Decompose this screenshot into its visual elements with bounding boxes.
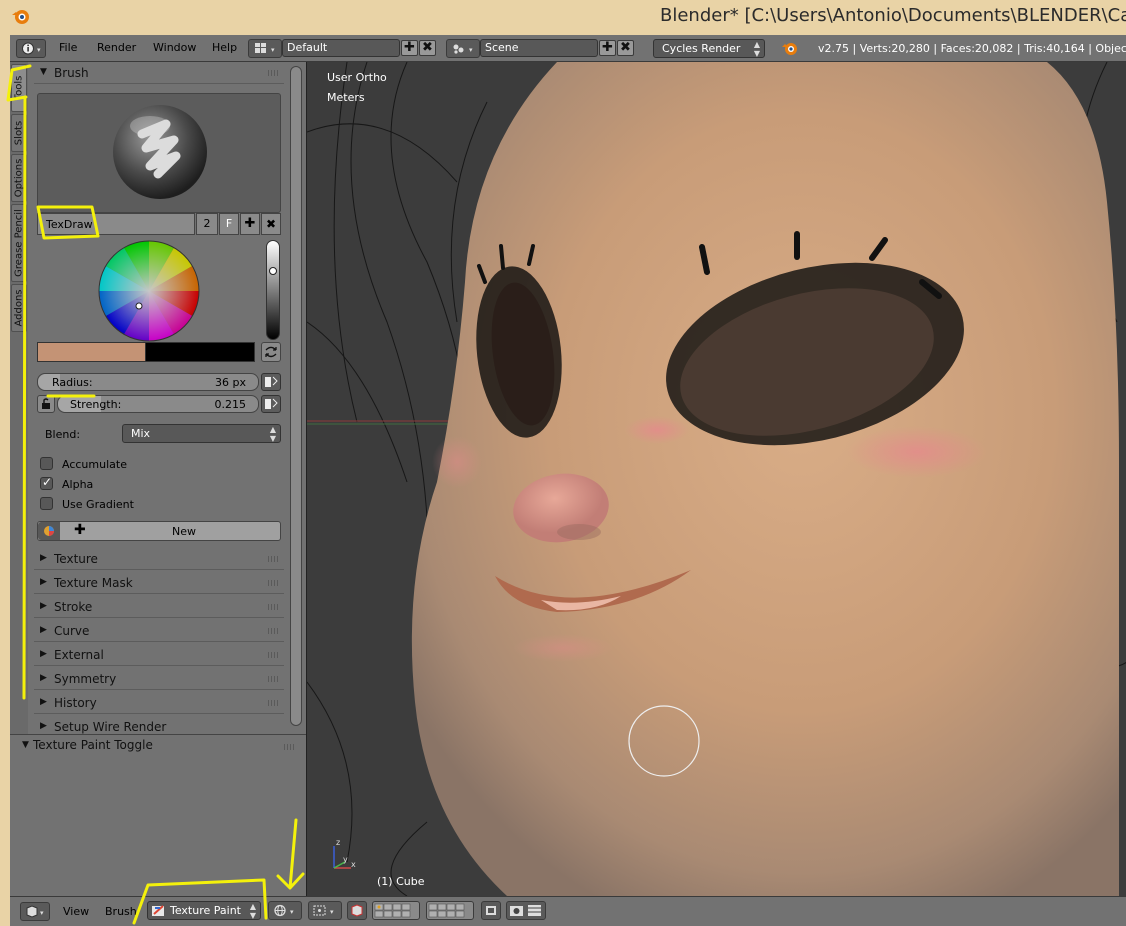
tools-tab-highlight [6, 64, 32, 102]
yellow-highlights [6, 64, 305, 925]
brush-name-highlight [36, 205, 100, 240]
annotation-overlay [6, 64, 305, 925]
mode-dropdown-highlight [132, 878, 268, 925]
tab-strip-underline [22, 95, 27, 700]
annotation-arrow-icon [276, 818, 305, 890]
